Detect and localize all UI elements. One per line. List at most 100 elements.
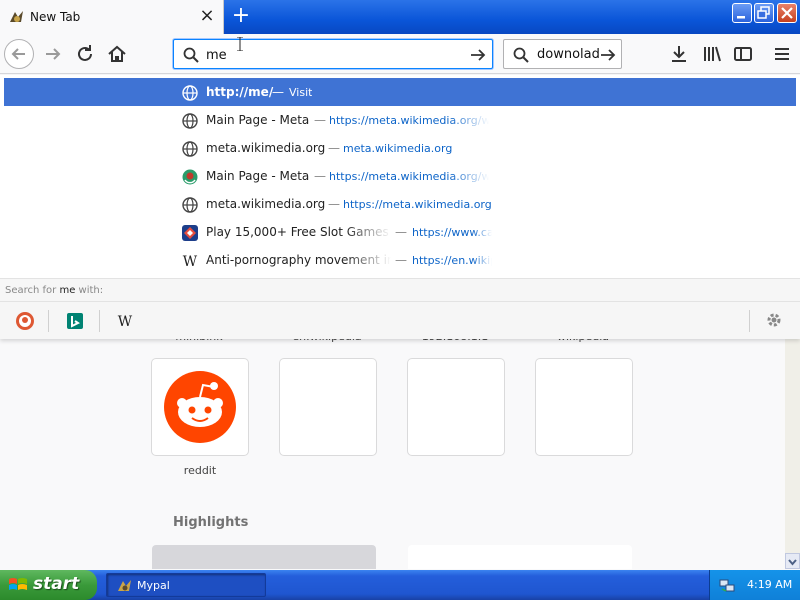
text-cursor-icon — [237, 37, 243, 51]
row-url: https://en.wikip — [412, 254, 492, 267]
downloads-button[interactable] — [664, 39, 694, 69]
row-separator: — — [272, 85, 284, 99]
url-autocomplete-popup: http://me/ — Visit Main Page - Meta — ht… — [0, 75, 800, 339]
title-bar: New Tab × + — [0, 0, 800, 34]
network-icon[interactable] — [719, 577, 735, 593]
start-button[interactable]: start — [0, 570, 97, 600]
search-with-term: me — [59, 285, 76, 296]
search-value: downolad — [537, 47, 600, 62]
autocomplete-row[interactable]: W Anti-pornography movement in — https:/… — [4, 246, 796, 274]
scroll-down-arrow-icon — [788, 559, 797, 566]
autocomplete-row[interactable]: Main Page - Meta — https://meta.wikimedi… — [4, 106, 796, 134]
taskbar-item-label: Mypal — [137, 579, 170, 592]
reddit-icon — [164, 371, 236, 443]
reload-button[interactable] — [70, 39, 100, 69]
url-input[interactable] — [206, 46, 456, 64]
row-title: Play 15,000+ Free Slot Games — [206, 225, 389, 239]
clock[interactable]: 4:19 AM — [747, 578, 792, 591]
casino-icon — [182, 225, 198, 241]
engine-duckduckgo-button[interactable] — [8, 309, 42, 333]
row-title: http://me/ — [206, 85, 274, 99]
url-bar[interactable] — [173, 39, 493, 69]
row-separator: — — [314, 169, 326, 183]
highlight-card[interactable] — [152, 545, 376, 569]
autocomplete-row[interactable]: meta.wikimedia.org — https://meta.wikime… — [4, 190, 796, 218]
wikipedia-icon: W — [183, 254, 198, 270]
svg-text:W: W — [118, 314, 133, 330]
download-icon — [672, 46, 686, 62]
start-label: start — [33, 574, 80, 594]
mypal-app-icon — [118, 580, 131, 591]
forward-arrow-icon — [46, 48, 61, 60]
windows-taskbar: start Mypal 4:19 AM — [0, 570, 800, 600]
menu-button[interactable] — [767, 39, 797, 69]
globe-icon — [182, 85, 198, 101]
tile-label-reddit[interactable]: reddit — [152, 464, 248, 477]
close-window-button[interactable] — [777, 3, 797, 23]
minimize-icon — [737, 16, 745, 19]
search-go-arrow-icon[interactable] — [598, 45, 618, 65]
restore-button[interactable] — [754, 3, 774, 23]
bing-icon — [67, 313, 83, 329]
hamburger-menu-icon — [775, 48, 789, 60]
row-title: meta.wikimedia.org — [206, 197, 326, 211]
row-title: Anti-pornography movement in — [206, 253, 391, 267]
forward-button[interactable] — [38, 39, 68, 69]
search-with-prefix: Search for — [5, 285, 60, 296]
back-button[interactable] — [4, 39, 34, 69]
engine-bing-button[interactable] — [58, 309, 92, 333]
search-bar[interactable]: downolad — [503, 39, 622, 69]
wikipedia-icon: W — [118, 314, 133, 330]
mypal-favicon-icon — [10, 11, 23, 22]
home-icon — [108, 45, 126, 62]
engine-divider — [48, 310, 49, 332]
row-separator: — — [328, 141, 340, 155]
highlights-heading: Highlights — [173, 515, 249, 530]
gear-icon[interactable] — [764, 310, 784, 330]
windows-logo-icon — [9, 578, 27, 590]
search-icon — [513, 47, 529, 63]
autocomplete-row[interactable]: http://me/ — Visit — [4, 78, 796, 106]
top-site-reddit[interactable] — [152, 359, 248, 455]
autocomplete-row[interactable]: Play 15,000+ Free Slot Games — https://w… — [4, 218, 796, 246]
scroll-down-button[interactable] — [785, 553, 800, 569]
back-arrow-icon — [11, 48, 25, 60]
engine-divider — [749, 310, 750, 332]
row-title: Main Page - Meta — [206, 113, 310, 127]
autocomplete-row[interactable]: meta.wikimedia.org — meta.wikimedia.org — [4, 134, 796, 162]
taskbar-item-mypal[interactable]: Mypal — [106, 573, 266, 597]
top-site-empty[interactable] — [408, 359, 504, 455]
globe-icon — [182, 197, 198, 213]
reload-icon — [78, 45, 92, 61]
wikimedia-meta-icon — [182, 169, 198, 185]
row-title: Main Page - Meta — [206, 169, 310, 183]
globe-icon — [182, 113, 198, 129]
highlight-card[interactable] — [408, 545, 632, 569]
row-separator: — — [395, 253, 407, 267]
engine-wikipedia-button[interactable]: W — [108, 309, 142, 333]
library-button[interactable] — [697, 39, 727, 69]
row-url: https://meta.wikimedia.org — [343, 198, 492, 211]
duckduckgo-icon — [16, 312, 34, 330]
tab-new-tab[interactable]: New Tab × — [0, 0, 224, 34]
tab-title: New Tab — [30, 10, 81, 24]
svg-text:W: W — [183, 254, 198, 270]
row-separator: — — [328, 197, 340, 211]
go-arrow-icon[interactable] — [468, 45, 488, 65]
search-engine-buttons: W — [0, 302, 800, 339]
engine-divider — [99, 310, 100, 332]
top-site-empty[interactable] — [536, 359, 632, 455]
nav-toolbar: downolad — [0, 34, 800, 74]
sidebar-button[interactable] — [728, 39, 758, 69]
home-button[interactable] — [102, 39, 132, 69]
autocomplete-row[interactable]: Main Page - Meta — https://meta.wikimedi… — [4, 162, 796, 190]
new-tab-button[interactable]: + — [228, 4, 254, 30]
close-icon — [781, 7, 793, 19]
tab-close-icon[interactable]: × — [198, 6, 216, 26]
minimize-button[interactable] — [732, 3, 752, 23]
row-url: Visit — [289, 86, 313, 99]
scrollbar[interactable] — [785, 339, 800, 569]
row-url: https://meta.wikimedia.org/wiki — [329, 114, 489, 127]
top-site-empty[interactable] — [280, 359, 376, 455]
search-icon — [183, 47, 199, 63]
